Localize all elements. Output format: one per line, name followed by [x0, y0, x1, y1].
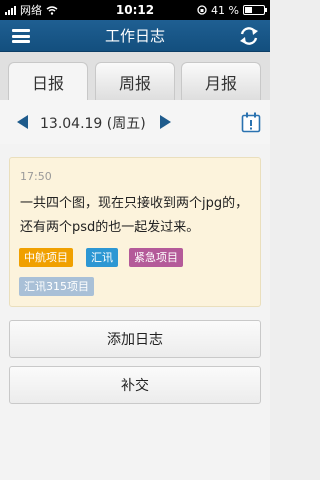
log-text: 一共四个图，现在只接收到两个jpg的，还有两个psd的也一起发过来。 [20, 196, 249, 235]
tab-weekly[interactable]: 周报 [95, 62, 175, 100]
tag-badge[interactable]: 中航项目 [19, 248, 73, 267]
log-entry-card[interactable]: 17:50 一共四个图，现在只接收到两个jpg的，还有两个psd的也一起发过来。… [9, 157, 261, 307]
date-navigator: 13.04.19 (周五) [0, 100, 270, 144]
signal-icon [5, 5, 16, 15]
current-date: 13.04.19 (周五) [40, 116, 146, 132]
tab-daily[interactable]: 日报 [8, 62, 88, 101]
battery-icon [243, 5, 267, 15]
calendar-icon[interactable] [240, 111, 262, 133]
lock-rotation-icon [197, 5, 207, 15]
tab-monthly[interactable]: 月报 [181, 62, 261, 100]
supplement-button[interactable]: 补交 [9, 366, 261, 404]
tab-bar: 日报 周报 月报 [0, 52, 270, 101]
battery-percent: 41 % [211, 3, 239, 17]
status-left: 网络 [5, 2, 58, 18]
status-right: 41 % [197, 3, 267, 17]
menu-icon[interactable] [12, 29, 30, 43]
log-time: 17:50 [20, 170, 52, 183]
status-bar: 网络 10:12 41 % [0, 0, 270, 20]
carrier-label: 网络 [20, 4, 42, 17]
tag-badge[interactable]: 汇讯 [86, 248, 118, 267]
triangle-right-icon[interactable] [160, 115, 171, 129]
clock-time: 10:12 [115, 3, 155, 17]
tag-badge[interactable]: 紧急项目 [129, 248, 183, 267]
triangle-left-icon[interactable] [17, 115, 28, 129]
log-list: 17:50 一共四个图，现在只接收到两个jpg的，还有两个psd的也一起发过来。… [0, 144, 270, 480]
add-log-button[interactable]: 添加日志 [9, 320, 261, 358]
tag-badge[interactable]: 汇讯315项目 [19, 277, 94, 296]
refresh-icon[interactable] [238, 25, 260, 47]
page-title: 工作日志 [104, 27, 165, 45]
nav-bar: 工作日志 [0, 20, 270, 52]
wifi-icon [46, 5, 58, 15]
